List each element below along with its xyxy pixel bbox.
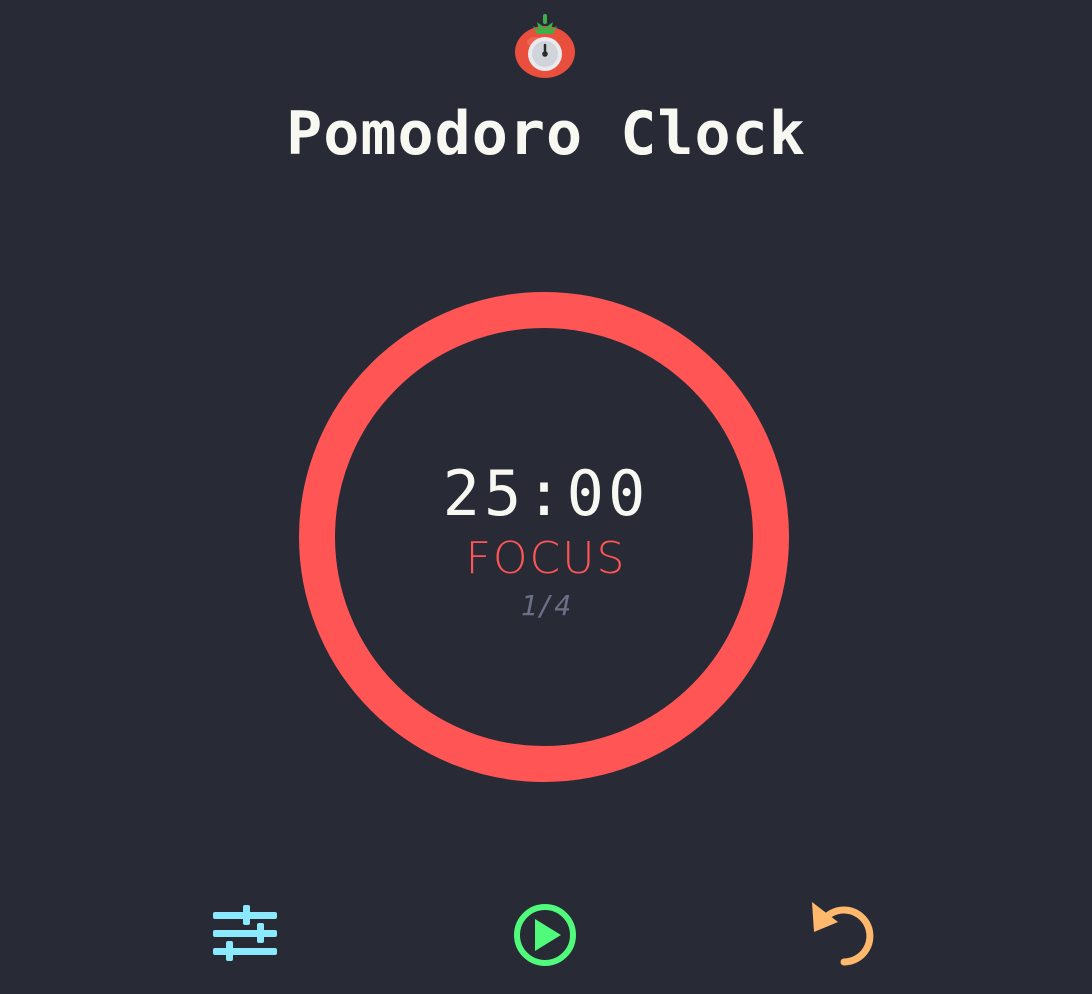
app-title: Pomodoro Clock xyxy=(286,99,806,169)
timer-mode-label: FOCUS xyxy=(465,533,627,584)
play-button[interactable] xyxy=(512,902,578,968)
round-counter: 1/4 xyxy=(520,589,572,622)
play-icon xyxy=(512,902,578,968)
reset-button[interactable] xyxy=(808,898,878,968)
reset-icon xyxy=(808,898,878,968)
tomato-timer-icon xyxy=(513,12,577,78)
sliders-icon xyxy=(210,904,280,964)
settings-button[interactable] xyxy=(210,904,280,964)
timer-display: 25:00 xyxy=(442,457,650,530)
